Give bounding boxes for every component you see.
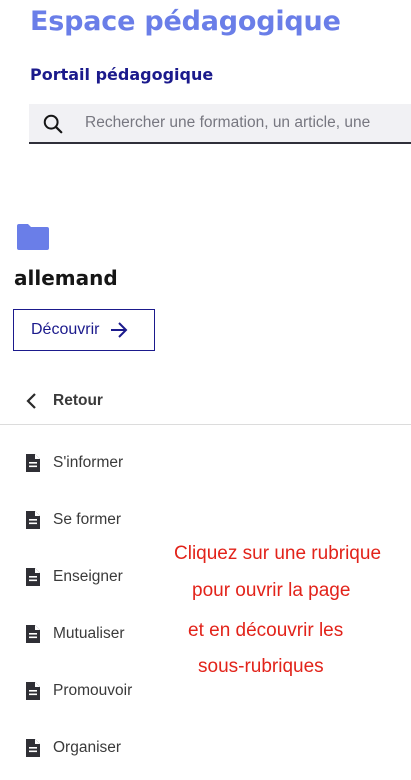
annotation-line: sous-rubriques xyxy=(198,656,324,677)
document-icon xyxy=(26,511,40,529)
menu-item-label: Enseigner xyxy=(53,568,123,585)
menu-item-enseigner[interactable]: Enseigner xyxy=(24,562,123,592)
arrow-right-icon xyxy=(111,322,128,338)
document-icon xyxy=(26,739,40,757)
discover-button[interactable]: Découvrir xyxy=(13,309,155,351)
search-bar[interactable] xyxy=(29,104,411,144)
menu-item-sinformer[interactable]: S'informer xyxy=(24,448,123,478)
menu-item-label: Se former xyxy=(53,511,122,528)
search-icon[interactable] xyxy=(42,113,64,135)
discover-label: Découvrir xyxy=(31,321,100,338)
menu-item-promouvoir[interactable]: Promouvoir xyxy=(24,676,132,706)
document-icon xyxy=(26,568,40,586)
document-icon xyxy=(26,454,40,472)
document-icon xyxy=(26,682,40,700)
folder-icon xyxy=(17,224,49,250)
divider xyxy=(0,424,411,425)
menu-item-se-former[interactable]: Se former xyxy=(24,505,121,535)
back-label: Retour xyxy=(53,392,103,409)
menu-item-label: Mutualiser xyxy=(53,625,125,642)
menu-item-label: Organiser xyxy=(53,739,122,756)
search-input[interactable] xyxy=(85,104,411,142)
menu-item-label: Promouvoir xyxy=(53,682,133,699)
back-button[interactable]: Retour xyxy=(24,388,103,414)
annotation-line: pour ouvrir la page xyxy=(192,580,351,601)
document-icon xyxy=(26,625,40,643)
menu-item-mutualiser[interactable]: Mutualiser xyxy=(24,619,125,649)
chevron-left-icon xyxy=(26,393,36,409)
annotation-line: Cliquez sur une rubrique xyxy=(174,543,382,564)
rubric-name: allemand xyxy=(14,266,118,290)
annotation-line: et en découvrir les xyxy=(188,620,344,641)
menu-item-label: S'informer xyxy=(53,454,124,471)
menu-item-organiser[interactable]: Organiser xyxy=(24,733,121,763)
page-title: Espace pédagogique xyxy=(30,6,341,37)
portal-subtitle[interactable]: Portail pédagogique xyxy=(30,65,213,84)
